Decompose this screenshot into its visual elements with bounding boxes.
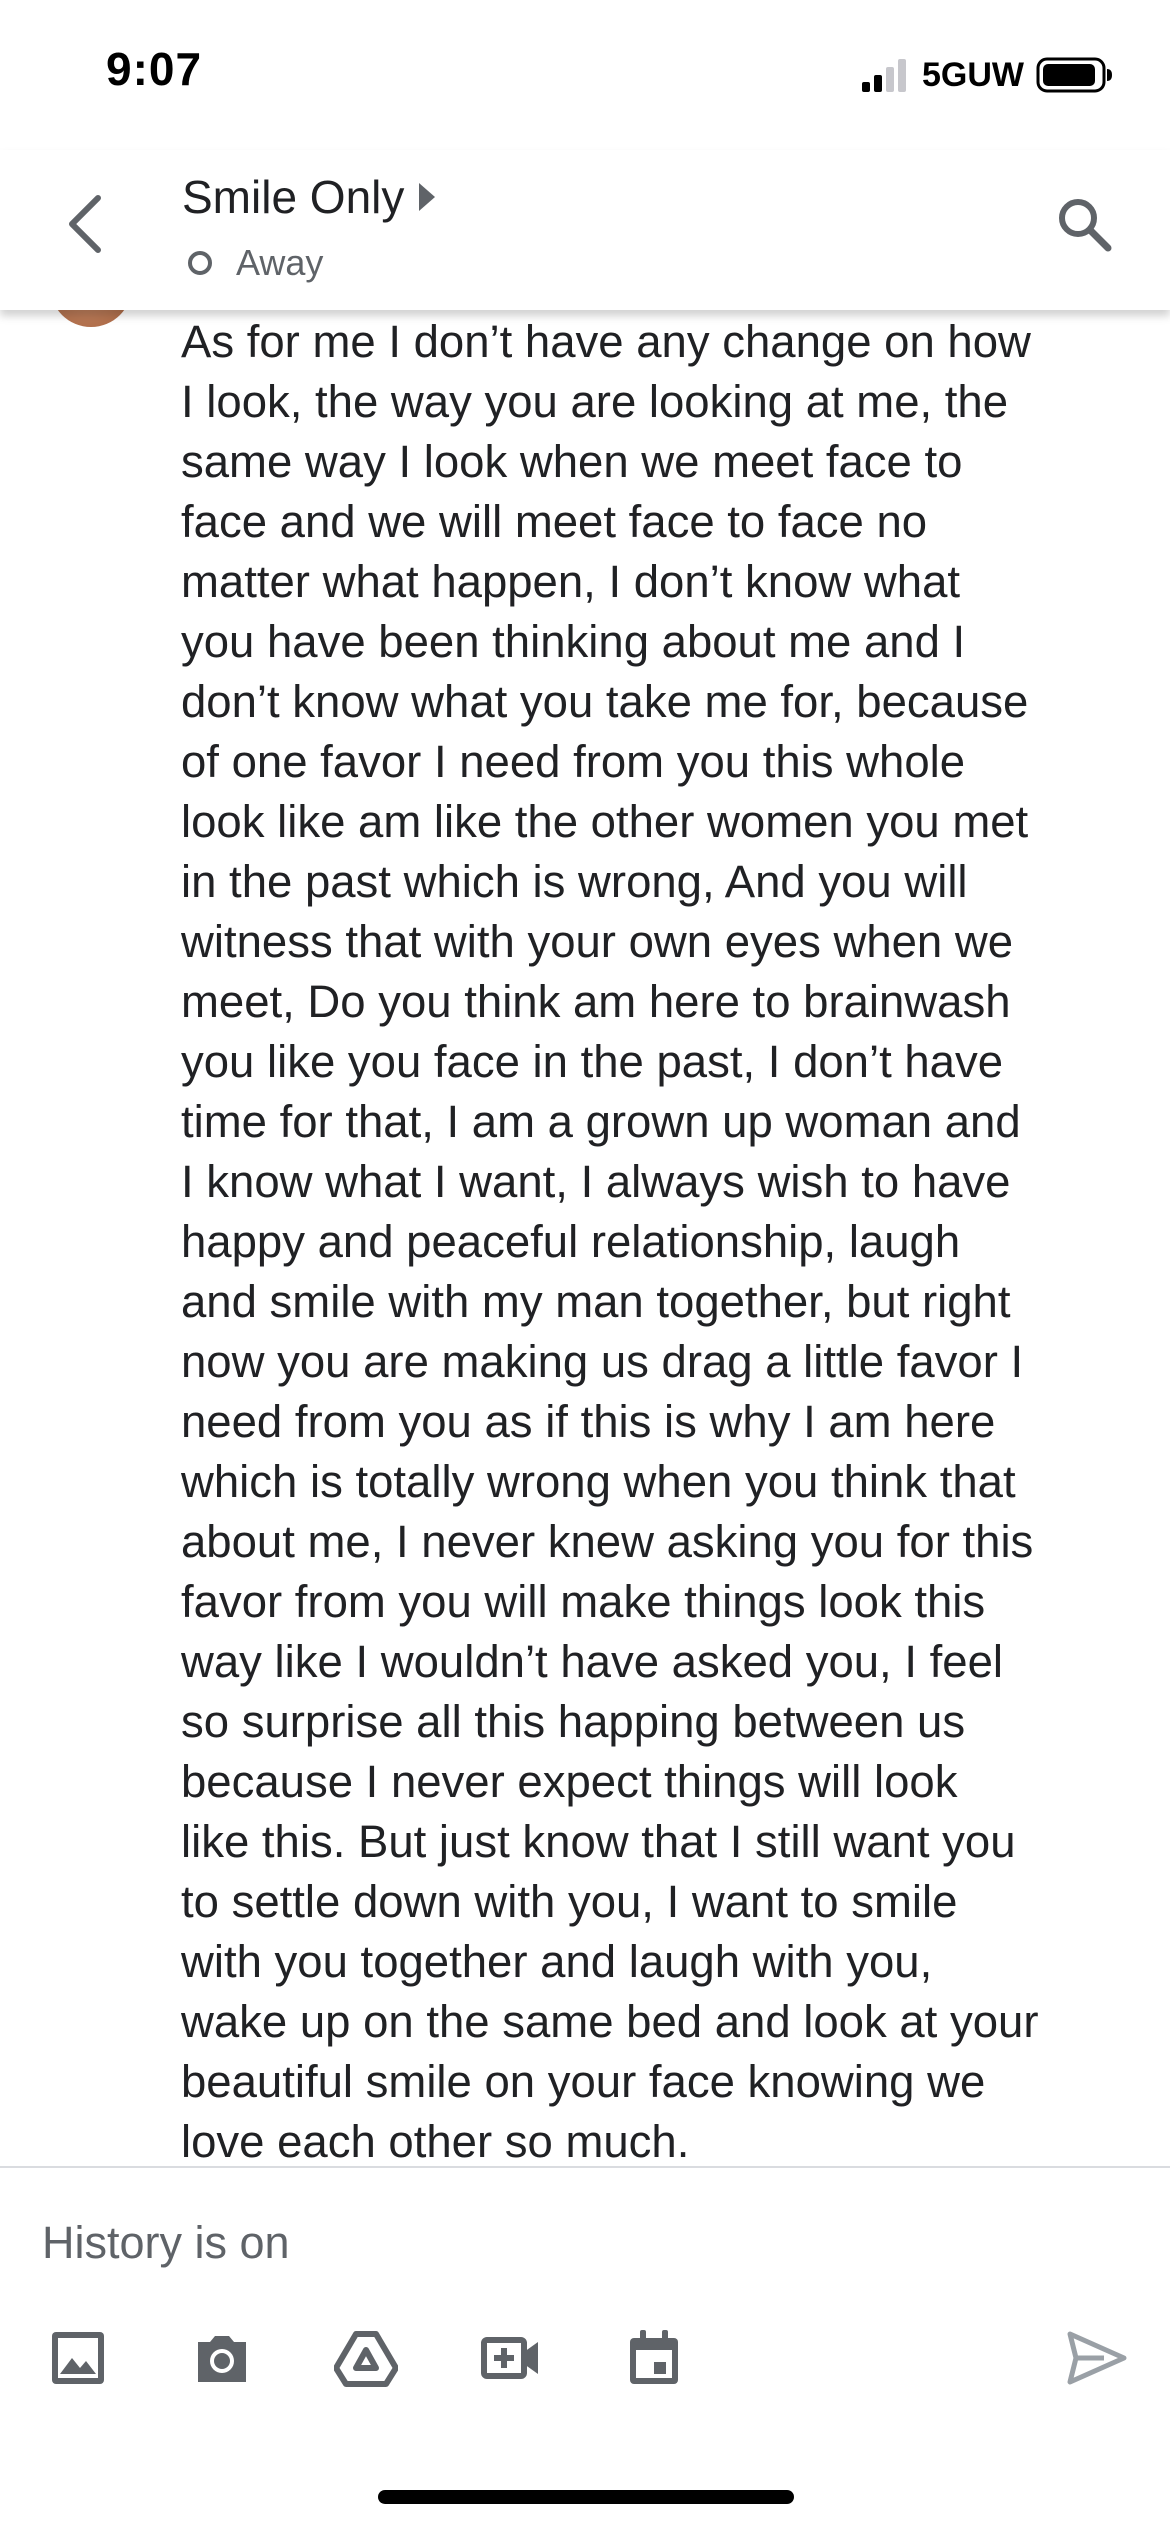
search-button[interactable] — [1048, 188, 1120, 260]
status-time: 9:07 — [106, 43, 203, 95]
calendar-icon — [630, 2330, 678, 2384]
drive-icon — [334, 2331, 398, 2387]
message-list[interactable]: As for me I don’t have any change on how… — [0, 310, 1170, 2166]
battery-icon — [1036, 57, 1112, 93]
image-icon — [52, 2332, 104, 2384]
back-arrow-icon — [69, 195, 101, 253]
presence-ring-icon — [188, 251, 212, 275]
contact-name: Smile Only — [182, 171, 405, 223]
chat-screen: 9:07 5GUW Smile Only Away As for me I do… — [0, 0, 1170, 2532]
add-image-button[interactable] — [40, 2320, 116, 2396]
message-input[interactable] — [42, 2208, 1122, 2278]
calendar-button[interactable] — [616, 2320, 692, 2396]
video-call-button[interactable] — [472, 2320, 548, 2396]
back-button[interactable] — [50, 188, 122, 260]
caret-right-icon — [419, 183, 436, 211]
contact-name-button[interactable]: Smile Only — [182, 170, 438, 224]
camera-button[interactable] — [184, 2320, 260, 2396]
status-indicators: 5GUW — [860, 52, 1114, 98]
drive-button[interactable] — [328, 2320, 404, 2396]
home-indicator[interactable] — [378, 2490, 794, 2504]
presence-status: Away — [186, 242, 323, 284]
camera-icon — [198, 2336, 246, 2382]
video-call-icon — [481, 2337, 538, 2379]
presence-text: Away — [236, 242, 324, 283]
compose-toolbar — [0, 2320, 1170, 2396]
message-text[interactable]: As for me I don’t have any change on how… — [181, 312, 1121, 2166]
compose-divider — [0, 2166, 1170, 2168]
search-icon — [1059, 199, 1112, 252]
network-label: 5GUW — [922, 55, 1024, 94]
status-bar: 9:07 5GUW — [0, 0, 1170, 150]
signal-icon — [862, 59, 906, 92]
send-icon — [1067, 2331, 1127, 2385]
chat-header: Smile Only Away — [0, 150, 1170, 310]
send-button[interactable] — [1058, 2320, 1134, 2396]
